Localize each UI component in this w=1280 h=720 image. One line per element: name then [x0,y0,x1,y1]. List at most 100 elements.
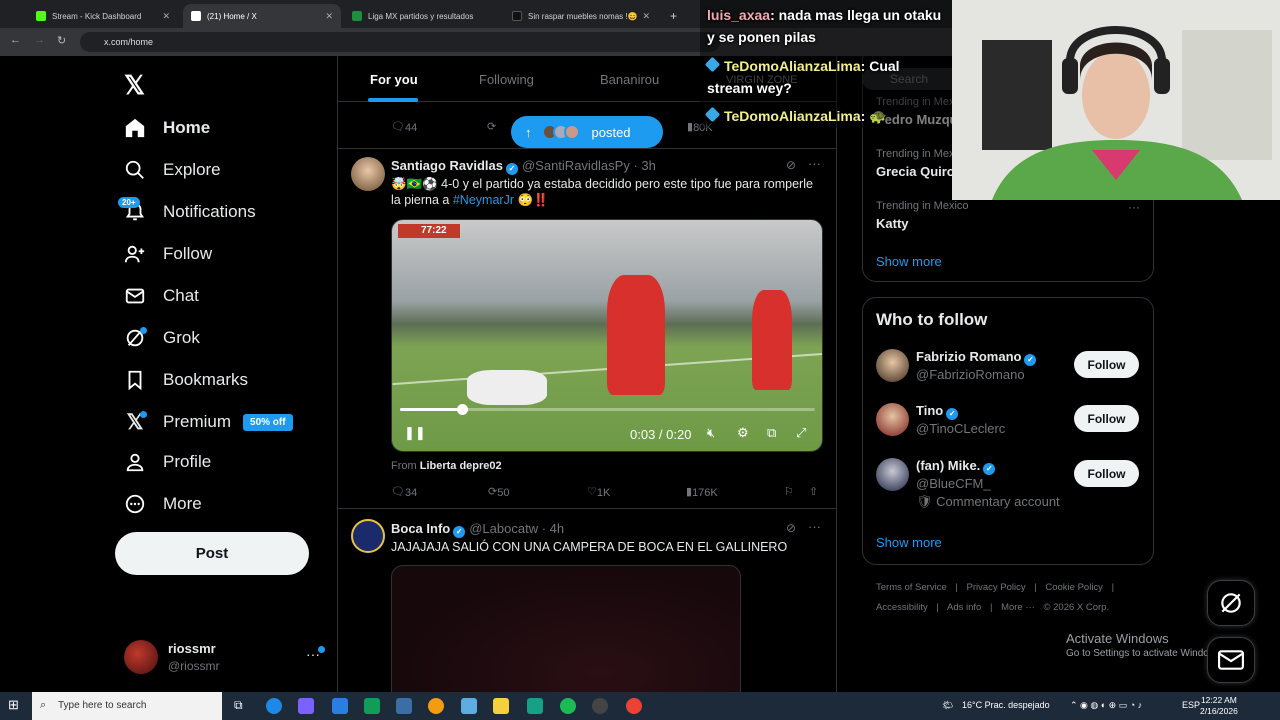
back-icon[interactable]: ← [10,34,21,46]
avatar[interactable] [876,403,909,436]
terms-link[interactable]: Terms of Service [876,582,947,593]
views-button[interactable]: ▮ 176K [686,485,718,499]
edge-icon[interactable] [266,698,282,714]
browser-tab-ligamx[interactable]: Liga MX partidos y resultados [344,4,504,28]
suggestion-name[interactable]: (fan) Mike. ✓ [916,458,996,475]
mail-app-icon[interactable] [332,698,348,714]
fullscreen-icon[interactable]: ⤢ [796,425,806,441]
file-explorer-icon[interactable] [493,698,509,714]
more-icon[interactable]: ··· [808,519,821,534]
nav-home[interactable]: Home [124,113,210,143]
obs-icon[interactable] [592,698,608,714]
trend-item[interactable]: Trending in Mexico Katty [876,200,969,231]
copilot-icon[interactable] [298,698,314,714]
browser-tab-x-home[interactable]: (21) Home / X ✕ [183,4,341,28]
x-logo-icon[interactable]: 𝕏 [124,70,145,101]
pip-icon[interactable]: ⧉ [767,425,776,441]
chrome-icon[interactable] [626,698,642,714]
tray-icons[interactable]: ⌃ ◉ ◍ ◐ ⊕ ▭ ◔ ♪ [1070,700,1142,711]
nav-follow[interactable]: Follow [124,239,212,269]
spotify-icon[interactable] [560,698,576,714]
nav-premium[interactable]: 𝕏 Premium 50% off [124,407,293,437]
bookmark-icon[interactable]: ⚐ [784,485,794,498]
settings-icon[interactable]: ⚙ [737,425,749,441]
weather-text[interactable]: 16°C Prac. despejado [962,700,1050,710]
taskbar-search-input[interactable]: Type here to search [32,692,222,720]
browser-tab-tiktok[interactable]: Sin raspar muebles nomas !😄 ✕ [504,4,658,28]
grok-floating-button[interactable] [1207,580,1255,626]
app-icon[interactable] [396,698,412,714]
follow-suggestion[interactable]: Tino ✓ @TinoCLeclerc Follow [876,403,1146,457]
share-icon[interactable]: ⇧ [809,485,818,498]
messages-floating-button[interactable] [1207,637,1255,683]
grok-icon[interactable]: ⊘ [786,158,796,172]
windows-start-icon[interactable]: ⊞ [8,697,24,713]
hashtag-link[interactable]: #NeymarJr [453,193,514,207]
trends-show-more-link[interactable]: Show more [876,254,942,269]
views-button[interactable]: ▮ 80K [687,120,713,134]
nav-notifications[interactable]: 20+ Notifications [118,197,256,227]
suggestion-name[interactable]: Fabrizio Romano ✓ [916,349,1037,366]
video-player[interactable]: 77:22 ❚❚ 0:03 / 0:20 🔇︎ ⚙ ⧉ ⤢ [391,219,823,452]
avatar[interactable] [876,349,909,382]
new-tab-button[interactable]: + [662,4,682,28]
follow-button[interactable]: Follow [1074,460,1139,487]
tweet-author[interactable]: Santiago Ravidlas ✓ @SantiRavidlasPy · 3h [391,158,656,175]
avatar[interactable] [876,458,909,491]
avatar[interactable] [351,157,385,191]
pause-icon[interactable]: ❚❚ [404,425,426,441]
app-icon[interactable] [461,698,477,714]
avatar[interactable] [351,519,385,553]
nav-explore[interactable]: Explore [124,155,221,185]
language-indicator[interactable]: ESP [1182,700,1200,710]
forward-icon[interactable]: → [34,34,45,46]
reply-button[interactable]: 🗨 44 [391,120,417,134]
who-to-follow-show-more-link[interactable]: Show more [876,535,942,550]
close-tab-icon[interactable]: ✕ [162,11,170,22]
repost-icon[interactable]: ⟳ [487,120,496,133]
nav-more[interactable]: More [124,489,202,519]
more-icon[interactable]: ··· [808,156,821,171]
post-button[interactable]: Post [115,532,309,575]
tab-following[interactable]: Following [479,72,534,87]
footer-more-link[interactable]: More ··· [1001,602,1035,613]
taskbar-clock[interactable]: 12:22 AM 2/16/2026 [1200,695,1238,717]
url-field[interactable]: x.com/home [80,32,720,52]
tweet-author[interactable]: Boca Info ✓ @Labocatw · 4h [391,521,564,538]
weather-icon[interactable]: 🌤 [942,700,953,711]
suggestion-name[interactable]: Tino ✓ [916,403,959,420]
app-icon[interactable] [527,698,543,714]
grok-icon[interactable]: ⊘ [786,521,796,535]
source-account-link[interactable]: Liberta depre02 [420,460,502,472]
trend-more-icon[interactable]: ··· [1128,200,1140,214]
ads-info-link[interactable]: Ads info [947,602,981,613]
app-icon[interactable] [428,698,444,714]
nav-grok[interactable]: Grok [124,323,200,353]
nav-profile[interactable]: Profile [124,447,211,477]
tweet[interactable]: Santiago Ravidlas ✓ @SantiRavidlasPy · 3h … [338,148,836,508]
like-button[interactable]: ♡ 1K [587,485,610,499]
mute-icon[interactable]: 🔇︎ [707,425,715,441]
follow-button[interactable]: Follow [1074,405,1139,432]
close-tab-icon[interactable]: ✕ [325,11,333,22]
video-progress[interactable] [400,404,815,415]
store-icon[interactable] [364,698,380,714]
accessibility-link[interactable]: Accessibility [876,602,928,613]
follow-suggestion[interactable]: Fabrizio Romano ✓ @FabrizioRomano Follow [876,349,1146,403]
follow-button[interactable]: Follow [1074,351,1139,378]
follow-suggestion[interactable]: (fan) Mike. ✓ @BlueCFM_ 🛡 Commentary acco… [876,458,1146,528]
privacy-link[interactable]: Privacy Policy [967,582,1026,593]
reload-icon[interactable]: ↻ [57,34,66,47]
account-switcher[interactable]: riossmr @riossmr ··· [124,636,325,676]
close-tab-icon[interactable]: ✕ [642,11,650,22]
tab-bananirou[interactable]: Bananirou [600,72,659,87]
browser-tab-kick[interactable]: Stream - Kick Dashboard ✕ [28,4,178,28]
tweet[interactable]: Boca Info ✓ @Labocatw · 4h ⊘ ··· JAJAJAJA … [338,508,836,692]
tab-for-you[interactable]: For you [370,72,418,87]
cookie-link[interactable]: Cookie Policy [1045,582,1103,593]
video-scrubber[interactable] [457,404,469,415]
reply-button[interactable]: 🗨 34 [391,485,417,499]
nav-chat[interactable]: Chat [124,281,199,311]
new-posts-pill[interactable]: ↑ posted [511,116,663,148]
nav-bookmarks[interactable]: Bookmarks [124,365,248,395]
